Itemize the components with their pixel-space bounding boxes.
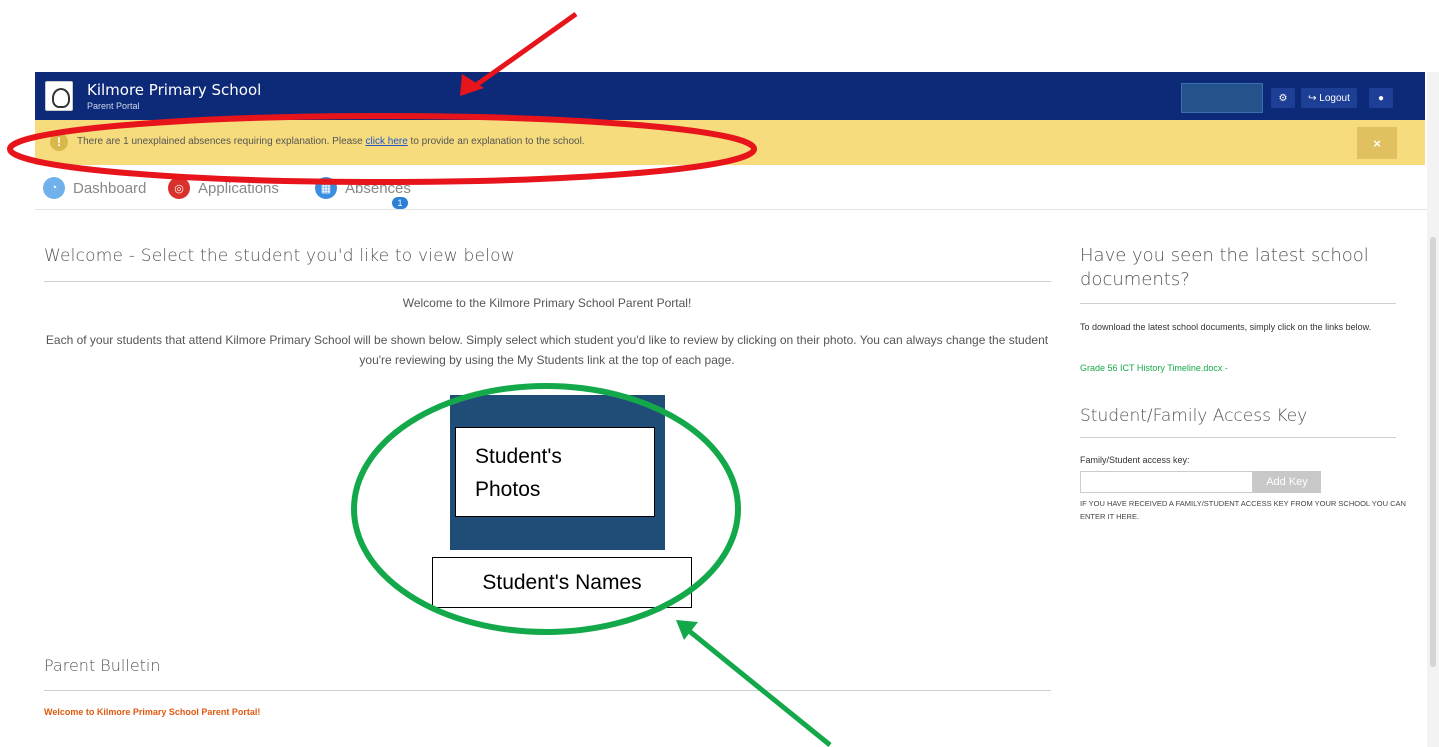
green-annotation-arrow: [686, 628, 832, 747]
page: Kilmore Primary School Parent Portal ⚙ ↪…: [0, 0, 1439, 747]
red-annotation-arrow: [470, 11, 578, 91]
red-highlight-ellipse: [7, 113, 757, 185]
green-highlight-ellipse: [351, 383, 741, 635]
annotation-overlay: [7, 11, 832, 747]
